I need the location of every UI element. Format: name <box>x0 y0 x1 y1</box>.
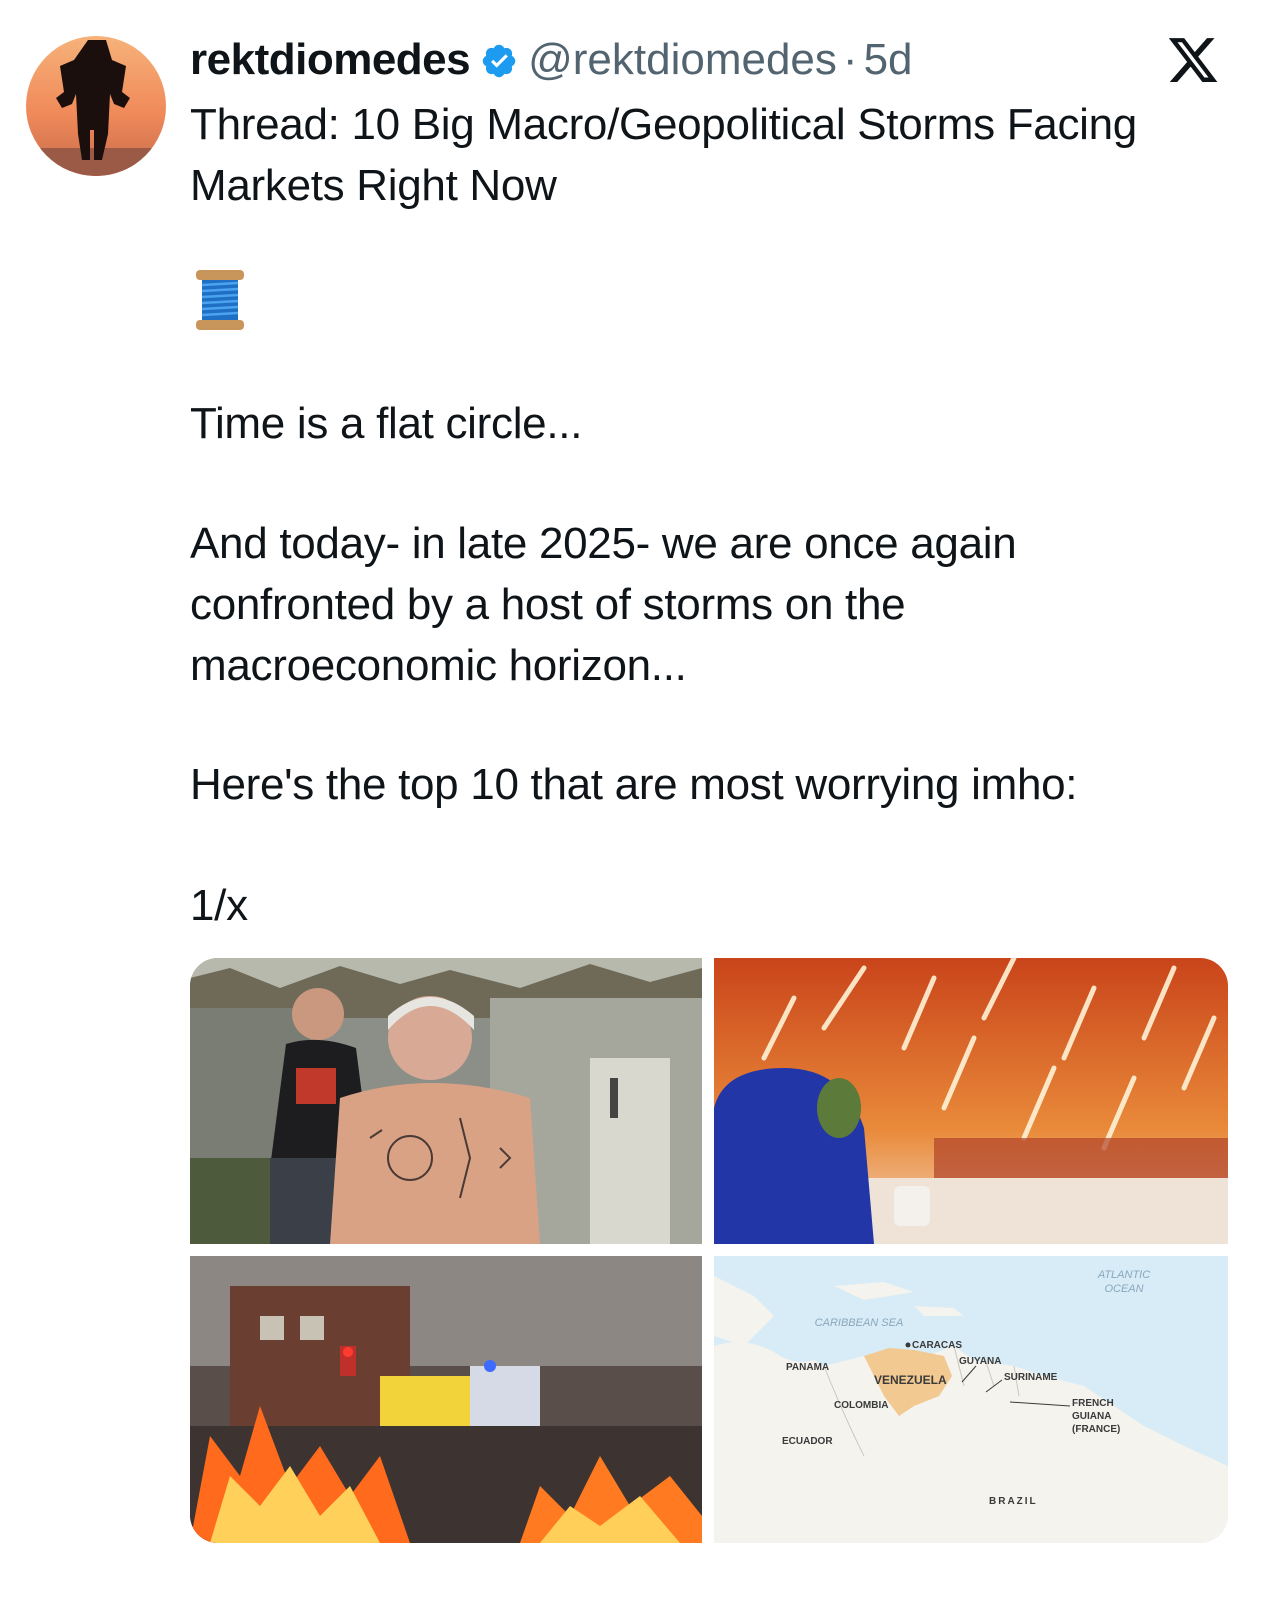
map-label-guyana: GUYANA <box>959 1356 1001 1367</box>
paragraph-2-line-2: confronted by a host of storms on the <box>190 580 906 629</box>
thread-spool-icon <box>194 268 246 332</box>
paragraph-1: Time is a flat circle... <box>190 399 583 448</box>
map-label-french-2: GUIANA <box>1072 1411 1111 1422</box>
paragraph-2: And today- in late 2025- we are once aga… <box>190 513 1250 696</box>
paragraph-2-line-1: And today- in late 2025- we are once aga… <box>190 519 1017 568</box>
media-image-4-map[interactable]: ATLANTIC OCEAN CARIBBEAN SEA CARACAS GUY… <box>714 1256 1228 1543</box>
paragraph-3: Here's the top 10 that are most worrying… <box>190 760 1078 809</box>
map-graphic: ATLANTIC OCEAN CARIBBEAN SEA CARACAS GUY… <box>714 1256 1228 1543</box>
map-label-colombia: COLOMBIA <box>834 1400 888 1411</box>
avatar-image <box>26 36 166 176</box>
avatar[interactable] <box>26 36 166 176</box>
map-label-french-1: FRENCH <box>1072 1398 1114 1409</box>
map-label-brazil: BRAZIL <box>989 1496 1038 1507</box>
user-handle[interactable]: @rektdiomedes <box>528 35 837 85</box>
map-label-french-3: (FRANCE) <box>1072 1424 1120 1435</box>
x-logo-icon <box>1166 30 1220 90</box>
map-label-venezuela: VENEZUELA <box>874 1373 947 1387</box>
title-line-2: Markets Right Now <box>190 161 557 210</box>
verified-badge-icon <box>480 41 518 79</box>
map-label-panama: PANAMA <box>786 1362 829 1373</box>
map-label-caracas: CARACAS <box>912 1340 962 1351</box>
map-label-caribbean: CARIBBEAN SEA <box>815 1317 904 1329</box>
timestamp[interactable]: 5d <box>864 35 913 85</box>
paragraph-2-line-3: macroeconomic horizon... <box>190 641 687 690</box>
title-line-1: Thread: 10 Big Macro/Geopolitical Storms… <box>190 100 1137 149</box>
map-label-atlantic-1: ATLANTIC <box>1097 1269 1150 1281</box>
tweet-title: Thread: 10 Big Macro/Geopolitical Storms… <box>190 94 1250 216</box>
map-label-suriname: SURINAME <box>1004 1372 1058 1383</box>
map-label-atlantic-2: OCEAN <box>1104 1283 1143 1295</box>
tweet-header: rektdiomedes @rektdiomedes · 5d <box>190 30 1220 90</box>
media-image-2[interactable] <box>714 958 1228 1244</box>
map-label-ecuador: ECUADOR <box>782 1436 833 1447</box>
media-image-1[interactable] <box>190 958 702 1244</box>
display-name[interactable]: rektdiomedes <box>190 35 471 85</box>
media-grid: ATLANTIC OCEAN CARIBBEAN SEA CARACAS GUY… <box>190 958 1228 1543</box>
paragraph-4: 1/x <box>190 881 248 930</box>
separator-dot: · <box>842 35 858 84</box>
media-image-3[interactable] <box>190 1256 702 1543</box>
